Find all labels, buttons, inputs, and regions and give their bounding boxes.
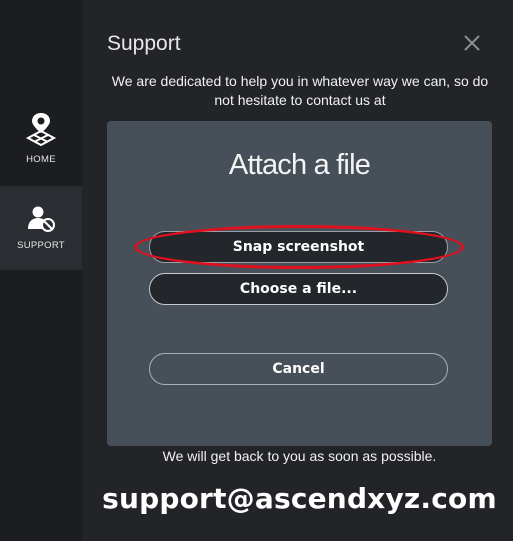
- support-email: support@ascendxyz.com: [102, 482, 497, 515]
- sidebar-item-label: HOME: [26, 154, 56, 165]
- attach-file-dialog: Attach a file Snap screenshot Choose a f…: [107, 121, 492, 446]
- support-user-icon: [26, 202, 56, 236]
- choose-file-button[interactable]: Choose a file...: [149, 273, 448, 305]
- close-button[interactable]: [461, 32, 483, 54]
- sidebar-item-label: SUPPORT: [17, 240, 65, 251]
- sidebar-item-support[interactable]: SUPPORT: [0, 186, 82, 270]
- dialog-title: Attach a file: [228, 149, 371, 181]
- snap-screenshot-button[interactable]: Snap screenshot: [149, 231, 448, 263]
- cancel-button[interactable]: Cancel: [149, 353, 448, 385]
- close-icon: [464, 35, 480, 51]
- home-map-icon: [24, 110, 58, 150]
- sidebar-item-home[interactable]: HOME: [0, 104, 82, 184]
- support-intro-text: We are dedicated to help you in whatever…: [111, 73, 489, 108]
- page-title: Support: [107, 32, 181, 55]
- sidebar: HOME SUPPORT: [0, 0, 82, 541]
- followup-text: We will get back to you as soon as possi…: [162, 448, 437, 464]
